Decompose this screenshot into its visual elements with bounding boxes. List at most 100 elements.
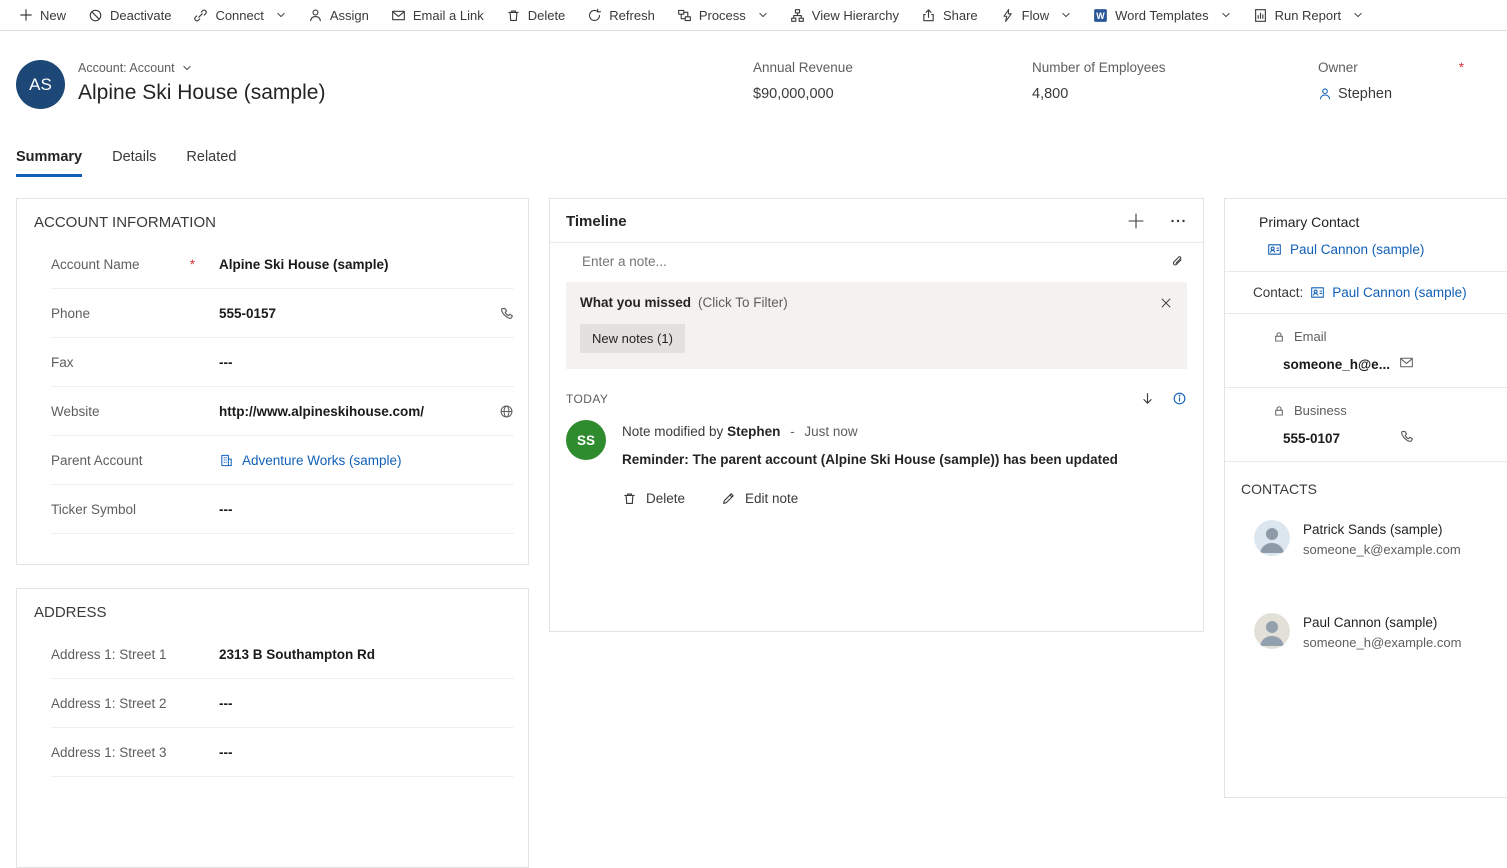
field-label: Fax [51, 355, 219, 370]
field-value[interactable]: 555-0157 [219, 306, 276, 321]
link-text: Adventure Works (sample) [242, 453, 402, 468]
annual-revenue-label: Annual Revenue [753, 60, 853, 75]
field-label: Email [1294, 329, 1327, 344]
chevron-down-icon[interactable] [1353, 10, 1363, 20]
command-label: Process [699, 8, 746, 23]
link-text: Paul Cannon (sample) [1290, 242, 1424, 257]
header-field-owner: Owner * Stephen [1318, 60, 1464, 102]
record-type-selector[interactable]: Account: Account [78, 61, 192, 75]
annual-revenue-value[interactable]: $90,000,000 [753, 86, 853, 102]
avatar-initials: SS [577, 433, 595, 448]
share-button[interactable]: Share [910, 0, 989, 31]
note-author[interactable]: Stephen [727, 424, 780, 439]
field-label: Address 1: Street 1 [51, 647, 219, 662]
business-phone-value[interactable]: 555-0107 [1283, 431, 1340, 446]
contact-name: Patrick Sands (sample) [1303, 520, 1461, 537]
command-label: Connect [215, 8, 263, 23]
contacts-section-title: CONTACTS [1225, 462, 1507, 505]
chevron-down-icon[interactable] [276, 10, 286, 20]
owner-label: Owner [1318, 60, 1358, 75]
header-field-annual-revenue: Annual Revenue $90,000,000 [753, 60, 853, 102]
record-header: AS Account: Account Alpine Ski House (sa… [0, 31, 1507, 143]
new-notes-chip[interactable]: New notes (1) [580, 324, 685, 353]
process-button[interactable]: Process [666, 0, 779, 31]
svg-text:W: W [1096, 10, 1105, 20]
field-value[interactable]: http://www.alpineskihouse.com/ [219, 404, 424, 419]
email-field-label-row: Email [1225, 314, 1507, 344]
command-label: New [40, 8, 66, 23]
contact-lookup-link[interactable]: Paul Cannon (sample) [1332, 285, 1466, 300]
owner-label-row: Owner * [1318, 60, 1464, 75]
employees-value[interactable]: 4,800 [1032, 86, 1166, 102]
parent-account-link[interactable]: Adventure Works (sample) [219, 453, 402, 468]
contact-photo-avatar [1254, 613, 1290, 649]
contact-list-item[interactable]: Patrick Sands (sample) someone_k@example… [1225, 505, 1507, 572]
person-icon [1318, 87, 1332, 101]
account-information-card: ACCOUNT INFORMATION Account Name * Alpin… [16, 198, 529, 565]
view-hierarchy-button[interactable]: View Hierarchy [779, 0, 910, 31]
delete-note-button[interactable]: Delete [622, 491, 685, 506]
business-field-label-row: Business [1225, 388, 1507, 418]
what-you-missed-panel: What you missed (Click To Filter) New no… [566, 282, 1187, 369]
chevron-down-icon[interactable] [1221, 10, 1231, 20]
what-you-missed-header[interactable]: What you missed (Click To Filter) [580, 295, 1173, 310]
note-content: Note modified by Stephen - Just now Remi… [622, 420, 1118, 506]
chevron-down-icon[interactable] [1061, 10, 1071, 20]
field-value[interactable]: Alpine Ski House (sample) [219, 257, 389, 272]
email-value[interactable]: someone_h@e... [1283, 357, 1390, 372]
primary-contact-link[interactable]: Paul Cannon (sample) [1225, 238, 1507, 271]
tab-summary[interactable]: Summary [16, 149, 82, 177]
contact-list-item[interactable]: Paul Cannon (sample) someone_h@example.c… [1225, 598, 1507, 665]
new-button[interactable]: New [8, 0, 77, 31]
owner-value[interactable]: Stephen [1318, 86, 1464, 102]
close-icon[interactable] [1159, 296, 1173, 310]
section-title: ADDRESS [17, 589, 528, 630]
command-bar: New Deactivate Connect Assign Email a Li… [0, 0, 1507, 31]
refresh-button[interactable]: Refresh [576, 0, 666, 31]
info-icon[interactable] [1172, 391, 1187, 406]
edit-note-button[interactable]: Edit note [721, 491, 798, 506]
deactivate-button[interactable]: Deactivate [77, 0, 182, 31]
account-avatar: AS [16, 60, 65, 109]
word-icon: W [1093, 8, 1108, 23]
field-row-website: Website http://www.alpineskihouse.com/ [51, 387, 514, 436]
add-activity-icon[interactable] [1127, 212, 1145, 230]
send-email-icon[interactable] [1399, 355, 1414, 370]
field-label: Address 1: Street 2 [51, 696, 219, 711]
phone-icon[interactable] [499, 306, 514, 321]
globe-icon[interactable] [499, 404, 514, 419]
email-a-link-button[interactable]: Email a Link [380, 0, 495, 31]
field-value[interactable]: --- [219, 355, 233, 370]
trash-icon [622, 491, 637, 506]
more-commands-icon[interactable] [1169, 212, 1187, 230]
email-field-value-row: someone_h@e... [1225, 344, 1507, 387]
run-report-button[interactable]: Run Report [1242, 0, 1374, 31]
label-text: Account Name [51, 257, 140, 272]
field-row-fax: Fax --- [51, 338, 514, 387]
click-to-filter-hint: (Click To Filter) [698, 295, 788, 310]
command-label: Share [943, 8, 978, 23]
word-templates-button[interactable]: W Word Templates [1082, 0, 1241, 31]
process-icon [677, 8, 692, 23]
tab-related[interactable]: Related [186, 149, 236, 177]
note-separator: - [790, 424, 795, 439]
phone-icon[interactable] [1399, 429, 1414, 444]
assign-button[interactable]: Assign [297, 0, 380, 31]
trash-icon [506, 8, 521, 23]
field-value[interactable]: --- [219, 696, 233, 711]
flow-button[interactable]: Flow [989, 0, 1082, 31]
sort-arrow-down-icon[interactable] [1140, 391, 1155, 406]
chevron-down-icon[interactable] [758, 10, 768, 20]
business-field-value-row: 555-0107 [1225, 418, 1507, 461]
field-value[interactable]: --- [219, 745, 233, 760]
delete-button[interactable]: Delete [495, 0, 577, 31]
group-label-today: TODAY [566, 392, 608, 406]
field-value[interactable]: --- [219, 502, 233, 517]
contact-email: someone_k@example.com [1303, 542, 1461, 557]
note-input[interactable] [582, 254, 1170, 269]
field-value[interactable]: 2313 B Southampton Rd [219, 647, 375, 662]
paperclip-icon[interactable] [1170, 254, 1185, 269]
tab-details[interactable]: Details [112, 149, 156, 177]
connect-button[interactable]: Connect [182, 0, 296, 31]
what-you-missed-title: What you missed [580, 295, 691, 310]
